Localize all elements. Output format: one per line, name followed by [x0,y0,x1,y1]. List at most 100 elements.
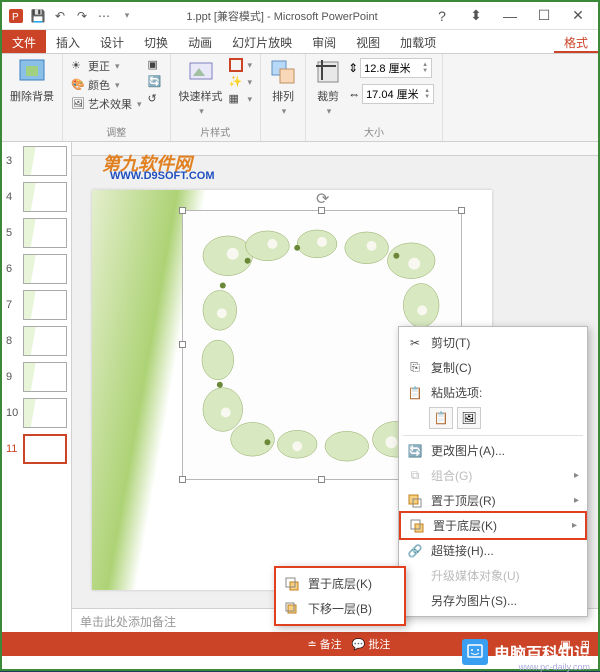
crop-button[interactable]: 裁剪 [314,58,342,117]
corrections-icon: ☀ [71,59,85,73]
pic-effects-icon: ✨ [229,75,243,89]
ctx-save-as-picture[interactable]: 另存为图片(S)... [399,588,587,613]
ribbon-tabs: 文件 插入 设计 切换 动画 幻灯片放映 审阅 视图 加载项 格式 [2,30,598,54]
slide-thumbnails[interactable]: 3 4 5 6 7 8 9 10 11 [2,142,72,632]
pic-layout-icon: ▦ [229,92,243,106]
remove-bg-icon [18,58,46,86]
thumb-5: 5 [6,218,67,248]
resize-handle-ne[interactable] [458,207,465,214]
paste-opt-2[interactable]: 🖼 [457,407,481,429]
help-icon[interactable]: ? [430,8,454,24]
tab-transitions[interactable]: 切换 [134,30,178,53]
group-picstyle-label: 片样式 [179,124,253,139]
thumb-4: 4 [6,182,67,212]
thumb-6: 6 [6,254,67,284]
ribbon-collapse-icon[interactable]: ⬍ [464,7,488,24]
pic-layout-button[interactable]: ▦ [229,92,253,106]
redo-icon[interactable]: ↷ [74,8,90,24]
color-button[interactable]: 🎨颜色 [71,77,142,93]
pic-border-button[interactable] [229,58,253,72]
height-icon: ⇕ [348,61,358,75]
brand-title: 电脑百科知识 [494,640,590,664]
remove-bg-button[interactable]: 删除背景 [10,58,54,104]
qat-dropdown-icon[interactable] [118,8,134,24]
app-icon: P [8,8,24,24]
ctx-change-picture[interactable]: 🔄更改图片(A)... [399,438,587,463]
group-icon: ⧉ [407,468,423,484]
arrange-icon [269,58,297,86]
change-pic-icon: 🔄 [148,75,162,89]
thumb-11: 11 [6,434,67,464]
tab-addins[interactable]: 加载项 [390,30,446,53]
rotate-handle[interactable]: ⟳ [316,189,328,201]
artistic-button[interactable]: 🖼艺术效果 [71,96,142,112]
hyperlink-icon: 🔗 [407,543,423,559]
ctx-send-back[interactable]: 置于底层(K)▸ [399,511,587,540]
tab-animations[interactable]: 动画 [178,30,222,53]
tab-view[interactable]: 视图 [346,30,390,53]
thumb-3: 3 [6,146,67,176]
paste-icon: 📋 [407,385,423,401]
tab-design[interactable]: 设计 [90,30,134,53]
close-icon[interactable]: ✕ [566,7,590,24]
comments-icon: 💬 [352,638,366,651]
qat-more-icon[interactable]: ⋯ [96,8,112,24]
quick-styles-icon [187,58,215,86]
sb-comments[interactable]: 💬批注 [352,636,391,652]
resize-handle-s[interactable] [318,476,325,483]
ctx-copy[interactable]: ⎘复制(C) [399,355,587,380]
thumb-8: 8 [6,326,67,356]
save-icon[interactable]: 💾 [30,8,46,24]
group-adjust-label: 调整 [71,124,162,139]
pic-effects-button[interactable]: ✨ [229,75,253,89]
svg-text:P: P [12,12,19,23]
sub-send-backward[interactable]: 下移一层(B) [276,596,404,621]
tab-slideshow[interactable]: 幻灯片放映 [222,30,302,53]
notes-icon: ≐ [307,638,316,651]
send-to-back-icon [284,576,300,592]
resize-handle-n[interactable] [318,207,325,214]
corrections-button[interactable]: ☀更正 [71,58,142,74]
brand-logo-icon [462,639,488,665]
resize-handle-sw[interactable] [179,476,186,483]
ctx-bring-front[interactable]: 置于顶层(R)▸ [399,488,587,513]
quick-styles-button[interactable]: 快速样式 [179,58,223,117]
crop-icon [314,58,342,86]
bring-front-icon [407,493,423,509]
window-title: 1.ppt [兼容模式] - Microsoft PowerPoint [134,8,430,24]
change-picture-icon: 🔄 [407,443,423,459]
ctx-cut[interactable]: ✂剪切(T) [399,330,587,355]
artistic-icon: 🖼 [71,97,85,111]
arrange-button[interactable]: 排列 [269,58,297,117]
height-input[interactable]: ▲▼ [360,58,432,78]
paste-opt-1[interactable]: 📋 [429,407,453,429]
tab-format[interactable]: 格式 [554,30,598,53]
ctx-hyperlink[interactable]: 🔗超链接(H)... [399,538,587,563]
copy-icon: ⎘ [407,360,423,376]
ctx-upgrade-media: 升级媒体对象(U) [399,563,587,588]
reset-pic-button[interactable]: ↺ [148,92,162,106]
context-menu: ✂剪切(T) ⎘复制(C) 📋粘贴选项: 📋 🖼 🔄更改图片(A)... ⧉组合… [398,326,588,617]
sb-notes[interactable]: ≐备注 [307,636,341,652]
resize-handle-nw[interactable] [179,207,186,214]
compress-icon: ▣ [148,58,162,72]
group-size-label: 大小 [314,124,434,139]
maximize-icon[interactable]: ☐ [532,7,556,24]
change-pic-button[interactable]: 🔄 [148,75,162,89]
compress-button[interactable]: ▣ [148,58,162,72]
tab-insert[interactable]: 插入 [46,30,90,53]
send-back-icon [409,518,425,534]
ctx-paste-label: 📋粘贴选项: [399,380,587,405]
width-input[interactable]: ▲▼ [362,84,434,104]
undo-icon[interactable]: ↶ [52,8,68,24]
reset-pic-icon: ↺ [148,92,162,106]
resize-handle-w[interactable] [179,341,186,348]
pic-border-icon [229,58,243,72]
tab-file[interactable]: 文件 [2,30,46,53]
thumb-10: 10 [6,398,67,428]
sub-send-to-back[interactable]: 置于底层(K) [276,571,404,596]
cut-icon: ✂ [407,335,423,351]
tab-review[interactable]: 审阅 [302,30,346,53]
minimize-icon[interactable]: — [498,8,522,24]
ctx-group: ⧉组合(G)▸ [399,463,587,488]
